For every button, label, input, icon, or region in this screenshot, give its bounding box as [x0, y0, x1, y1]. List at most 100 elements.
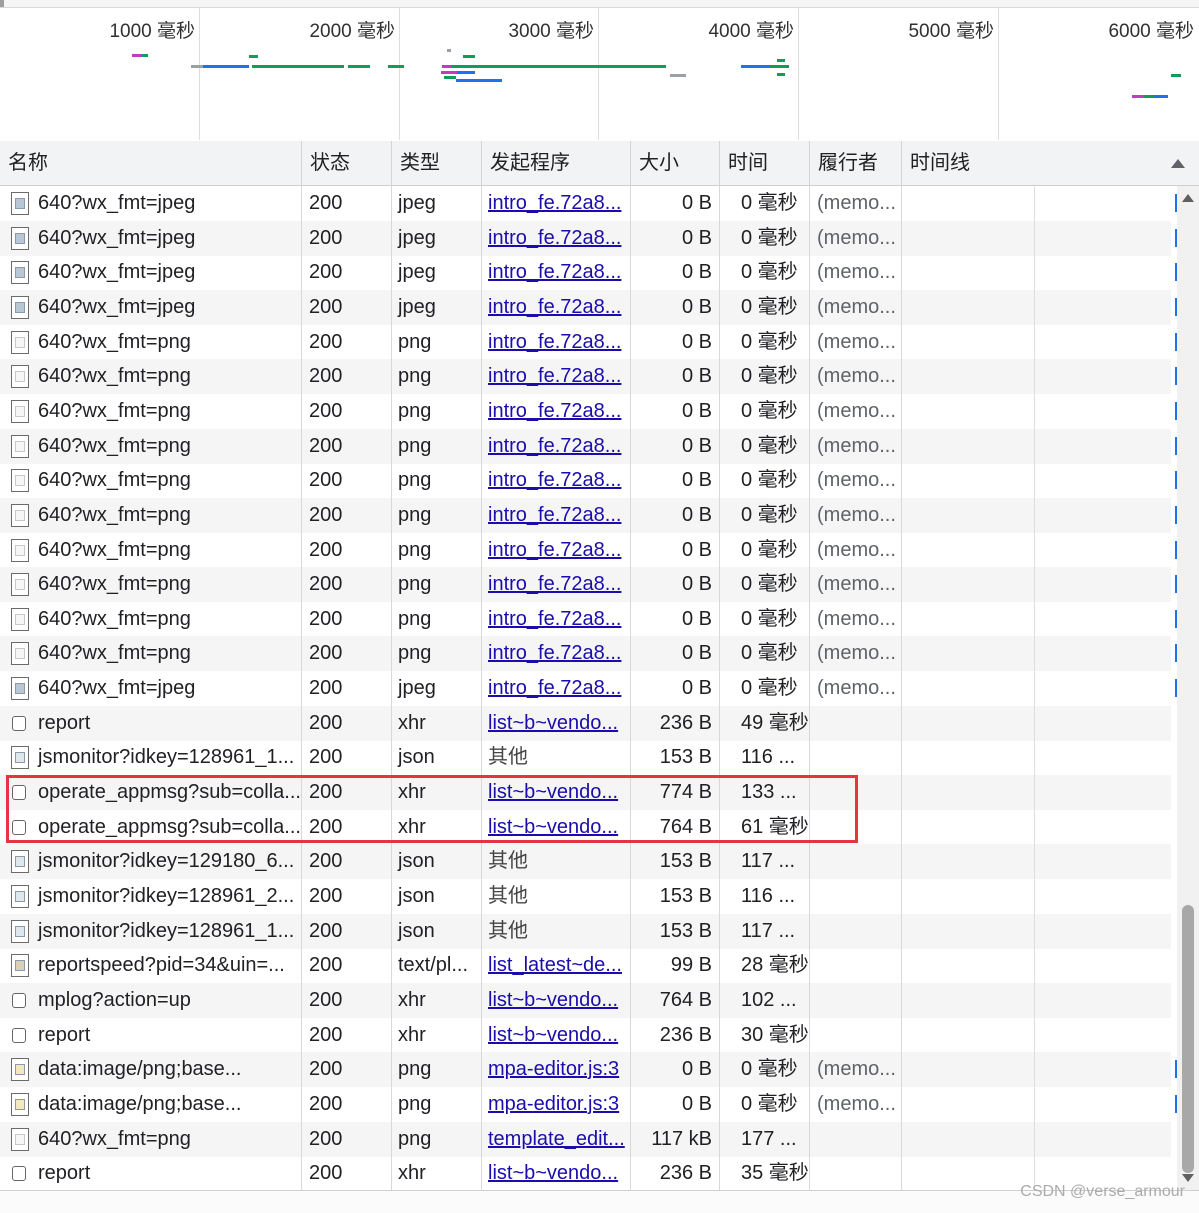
request-name-cell[interactable]: reportspeed?pid=34&uin=... [0, 948, 302, 983]
initiator-link[interactable]: list~b~vendo... [488, 712, 618, 734]
column-header-fulfilled-by[interactable]: 履行者 [810, 141, 902, 185]
request-row[interactable]: 640?wx_fmt=png 200 png intro_fe.72a8... 0 B0… [0, 325, 1177, 360]
column-header-waterfall[interactable]: 时间线 [902, 141, 1199, 185]
scroll-up-arrow-icon[interactable] [1182, 194, 1194, 202]
request-row[interactable]: jsmonitor?idkey=128961_1... 200 json 其他 153 … [0, 740, 1171, 775]
request-name-cell[interactable]: jsmonitor?idkey=128961_2... [0, 879, 302, 914]
request-row[interactable]: data:image/png;base... 200 png mpa-editor.j… [0, 1052, 1177, 1087]
initiator-link[interactable]: list~b~vendo... [488, 1024, 618, 1046]
request-initiator-cell: mpa-editor.js:3 [482, 1087, 631, 1122]
request-name-cell[interactable]: jsmonitor?idkey=129180_6... [0, 844, 302, 879]
request-row[interactable]: reportspeed?pid=34&uin=... 200 text/pl... l… [0, 948, 1171, 983]
request-name: 640?wx_fmt=png [38, 539, 191, 561]
request-name-cell[interactable]: data:image/png;base... [0, 1052, 302, 1087]
initiator-link[interactable]: template_edit... [488, 1128, 625, 1150]
column-header-time[interactable]: 时间 [720, 141, 810, 185]
request-row[interactable]: 640?wx_fmt=png 200 png intro_fe.72a8... 0 B0… [0, 567, 1177, 602]
request-name-cell[interactable]: jsmonitor?idkey=128961_1... [0, 914, 302, 949]
network-overview[interactable]: 1000 毫秒 2000 毫秒 3000 毫秒 4000 毫秒 5000 毫秒 … [0, 0, 1199, 142]
request-row[interactable]: report 200 xhr list~b~vendo... 236 B 49 毫秒 [0, 706, 1171, 741]
request-name-cell[interactable]: report [0, 706, 302, 741]
vertical-scrollbar[interactable] [1177, 186, 1199, 1190]
waterfall-gridline [1034, 394, 1035, 429]
request-name-cell[interactable]: report [0, 1156, 302, 1191]
request-name: 640?wx_fmt=png [38, 400, 191, 422]
initiator-link[interactable]: intro_fe.72a8... [488, 400, 621, 422]
initiator-link[interactable]: intro_fe.72a8... [488, 539, 621, 561]
request-row[interactable]: 640?wx_fmt=png 200 png intro_fe.72a8... 0 B0… [0, 394, 1177, 429]
initiator-link[interactable]: intro_fe.72a8... [488, 642, 621, 664]
initiator-link[interactable]: intro_fe.72a8... [488, 504, 621, 526]
initiator-link[interactable]: intro_fe.72a8... [488, 261, 621, 283]
request-row[interactable]: 640?wx_fmt=png 200 png intro_fe.72a8... 0 B0… [0, 602, 1177, 637]
request-name-cell[interactable]: 640?wx_fmt=jpeg [0, 221, 302, 256]
request-row[interactable]: 640?wx_fmt=png 200 png intro_fe.72a8... 0 B0… [0, 463, 1177, 498]
request-row[interactable]: 640?wx_fmt=png 200 png intro_fe.72a8... 0 B0… [0, 533, 1177, 568]
column-header-size[interactable]: 大小 [631, 141, 720, 185]
request-row[interactable]: 640?wx_fmt=jpeg 200 jpeg intro_fe.72a8... 0 … [0, 255, 1177, 290]
request-row[interactable]: 640?wx_fmt=png 200 png intro_fe.72a8... 0 B0… [0, 429, 1177, 464]
request-name-cell[interactable]: 640?wx_fmt=png [0, 636, 302, 671]
request-name-cell[interactable]: 640?wx_fmt=png [0, 567, 302, 602]
initiator-link[interactable]: list~b~vendo... [488, 1162, 618, 1184]
request-row[interactable]: 640?wx_fmt=jpeg 200 jpeg intro_fe.72a8... 0 … [0, 290, 1177, 325]
request-initiator-cell: intro_fe.72a8... [482, 255, 631, 290]
column-header-name[interactable]: 名称 [0, 141, 302, 185]
request-row[interactable]: mplog?action=up 200 xhr list~b~vendo... 764 … [0, 983, 1171, 1018]
overview-segment [444, 76, 456, 79]
request-row[interactable]: data:image/png;base... 200 png mpa-editor.j… [0, 1087, 1177, 1122]
request-row[interactable]: 640?wx_fmt=jpeg 200 jpeg intro_fe.72a8... 0 … [0, 671, 1177, 706]
request-row[interactable]: 640?wx_fmt=png 200 png intro_fe.72a8... 0 B0… [0, 359, 1177, 394]
request-row[interactable]: 640?wx_fmt=png 200 png intro_fe.72a8... 0 B0… [0, 636, 1177, 671]
request-name-cell[interactable]: 640?wx_fmt=png [0, 394, 302, 429]
request-fulfilled-by: (memo... [810, 1087, 902, 1122]
request-name-cell[interactable]: 640?wx_fmt=jpeg [0, 255, 302, 290]
initiator-link[interactable]: intro_fe.72a8... [488, 192, 621, 214]
initiator-link[interactable]: list_latest~de... [488, 954, 622, 976]
request-name-cell[interactable]: data:image/png;base... [0, 1087, 302, 1122]
initiator-link[interactable]: intro_fe.72a8... [488, 435, 621, 457]
request-row[interactable]: 640?wx_fmt=png 200 png template_edit... 117 … [0, 1122, 1171, 1157]
initiator-link[interactable]: intro_fe.72a8... [488, 296, 621, 318]
initiator-link[interactable]: intro_fe.72a8... [488, 227, 621, 249]
initiator-link[interactable]: intro_fe.72a8... [488, 469, 621, 491]
request-name-cell[interactable]: 640?wx_fmt=jpeg [0, 186, 302, 221]
scrollbar-thumb[interactable] [1182, 905, 1194, 1173]
request-name-cell[interactable]: 640?wx_fmt=jpeg [0, 290, 302, 325]
request-row[interactable]: jsmonitor?idkey=128961_2... 200 json 其他 153 … [0, 879, 1171, 914]
request-name-cell[interactable]: 640?wx_fmt=png [0, 359, 302, 394]
request-row[interactable]: jsmonitor?idkey=128961_1... 200 json 其他 153 … [0, 914, 1171, 949]
request-name-cell[interactable]: 640?wx_fmt=png [0, 429, 302, 464]
initiator-link[interactable]: list~b~vendo... [488, 989, 618, 1011]
request-name-cell[interactable]: report [0, 1018, 302, 1053]
request-row[interactable]: jsmonitor?idkey=129180_6... 200 json 其他 153 … [0, 844, 1171, 879]
request-row[interactable]: report 200 xhr list~b~vendo... 236 B 35 毫秒 [0, 1156, 1171, 1191]
request-row[interactable]: 640?wx_fmt=jpeg 200 jpeg intro_fe.72a8... 0 … [0, 221, 1177, 256]
column-header-status[interactable]: 状态 [302, 141, 392, 185]
request-name-cell[interactable]: 640?wx_fmt=png [0, 533, 302, 568]
initiator-link[interactable]: mpa-editor.js:3 [488, 1058, 619, 1080]
request-name-cell[interactable]: 640?wx_fmt=png [0, 1122, 302, 1157]
request-name-cell[interactable]: 640?wx_fmt=png [0, 463, 302, 498]
initiator-link[interactable]: mpa-editor.js:3 [488, 1093, 619, 1115]
request-name-cell[interactable]: jsmonitor?idkey=128961_1... [0, 740, 302, 775]
request-name-cell[interactable]: 640?wx_fmt=png [0, 325, 302, 360]
initiator-link[interactable]: intro_fe.72a8... [488, 677, 621, 699]
request-name-cell[interactable]: 640?wx_fmt=png [0, 602, 302, 637]
request-waterfall [902, 498, 1171, 533]
request-size: 153 B [631, 914, 720, 949]
request-row[interactable]: 640?wx_fmt=jpeg 200 jpeg intro_fe.72a8... 0 … [0, 186, 1177, 221]
initiator-link[interactable]: intro_fe.72a8... [488, 573, 621, 595]
initiator-link[interactable]: intro_fe.72a8... [488, 608, 621, 630]
request-name-cell[interactable]: 640?wx_fmt=png [0, 498, 302, 533]
request-name: 640?wx_fmt=jpeg [38, 227, 196, 249]
request-row[interactable]: 640?wx_fmt=png 200 png intro_fe.72a8... 0 B0… [0, 498, 1177, 533]
request-name-cell[interactable]: 640?wx_fmt=jpeg [0, 671, 302, 706]
column-header-initiator[interactable]: 发起程序 [482, 141, 631, 185]
scroll-down-arrow-icon[interactable] [1182, 1174, 1194, 1182]
initiator-link[interactable]: intro_fe.72a8... [488, 365, 621, 387]
column-header-type[interactable]: 类型 [392, 141, 482, 185]
request-row[interactable]: report 200 xhr list~b~vendo... 236 B 30 毫秒 [0, 1018, 1171, 1053]
initiator-link[interactable]: intro_fe.72a8... [488, 331, 621, 353]
request-name-cell[interactable]: mplog?action=up [0, 983, 302, 1018]
